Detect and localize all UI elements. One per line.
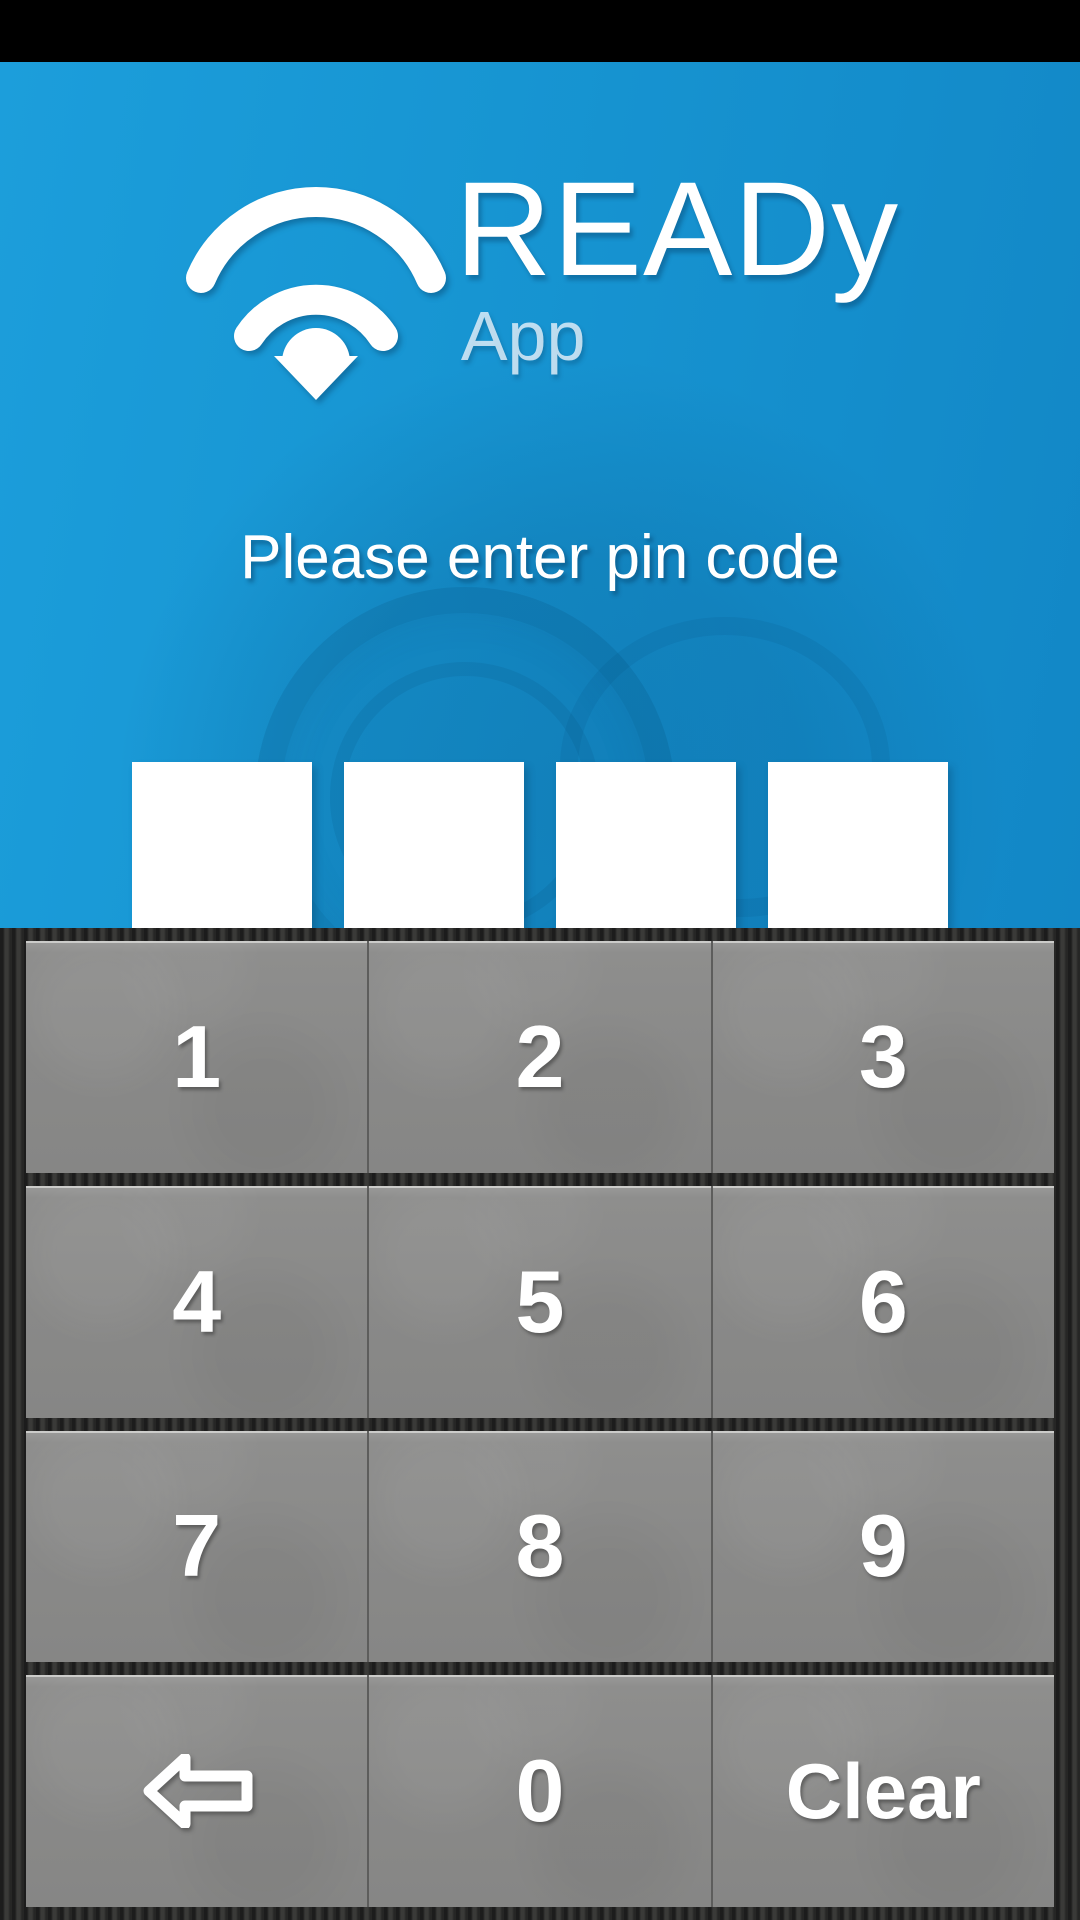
keypad-bottom-gap <box>26 1907 1054 1920</box>
keypad-row-gap <box>26 1173 1054 1186</box>
app-title: READy <box>454 155 900 304</box>
keypad-row-gap <box>26 1418 1054 1431</box>
key-1[interactable]: 1 <box>26 941 370 1173</box>
keypad-row: 4 5 6 <box>26 1185 1054 1418</box>
key-5-label: 5 <box>515 1251 565 1351</box>
key-2[interactable]: 2 <box>369 941 713 1173</box>
key-6-label: 6 <box>858 1251 908 1351</box>
key-clear[interactable]: Clear <box>712 1675 1054 1907</box>
key-8-label: 8 <box>515 1496 565 1596</box>
keypad-row: 1 2 3 <box>26 941 1054 1173</box>
key-4-label: 4 <box>172 1251 222 1351</box>
key-7[interactable]: 7 <box>26 1430 370 1663</box>
key-0-label: 0 <box>515 1741 565 1841</box>
pin-box-3[interactable] <box>556 762 736 928</box>
keypad-row: 0 Clear <box>26 1675 1054 1907</box>
key-2-label: 2 <box>515 1006 565 1106</box>
keypad-row-gap <box>26 1662 1054 1675</box>
pin-box-1[interactable] <box>132 762 312 928</box>
key-0[interactable]: 0 <box>369 1675 713 1907</box>
key-backspace[interactable] <box>26 1675 370 1907</box>
key-9[interactable]: 9 <box>712 1430 1054 1663</box>
key-clear-label: Clear <box>785 1747 981 1836</box>
arrow-left-icon <box>141 1754 253 1829</box>
status-bar <box>0 0 1080 62</box>
pin-prompt: Please enter pin code <box>240 523 840 592</box>
app-header: READy App Please enter pin code <box>0 62 1080 928</box>
key-4[interactable]: 4 <box>26 1185 370 1418</box>
pin-input-row <box>0 762 1080 928</box>
keypad-top-gap <box>26 928 1054 941</box>
app-subtitle: App <box>460 296 586 375</box>
pin-box-4[interactable] <box>768 762 948 928</box>
key-3-label: 3 <box>858 1006 908 1106</box>
pin-box-2[interactable] <box>344 762 524 928</box>
key-6[interactable]: 6 <box>712 1185 1054 1418</box>
numeric-keypad: 1 2 3 4 5 6 7 8 9 0 Clear <box>0 928 1080 1920</box>
wordmark: READy App <box>455 152 899 371</box>
keypad-row: 7 8 9 <box>26 1430 1054 1663</box>
key-5[interactable]: 5 <box>369 1185 713 1418</box>
phone-screen: READy App Please enter pin code 1 2 3 4 5 6 7 8… <box>0 0 1080 1920</box>
key-8[interactable]: 8 <box>369 1430 713 1663</box>
key-1-label: 1 <box>172 1006 222 1106</box>
key-3[interactable]: 3 <box>712 941 1054 1173</box>
key-9-label: 9 <box>858 1496 908 1596</box>
key-7-label: 7 <box>172 1496 222 1596</box>
brand-row: READy App <box>0 152 1080 400</box>
wifi-download-arrow-icon <box>181 160 451 400</box>
